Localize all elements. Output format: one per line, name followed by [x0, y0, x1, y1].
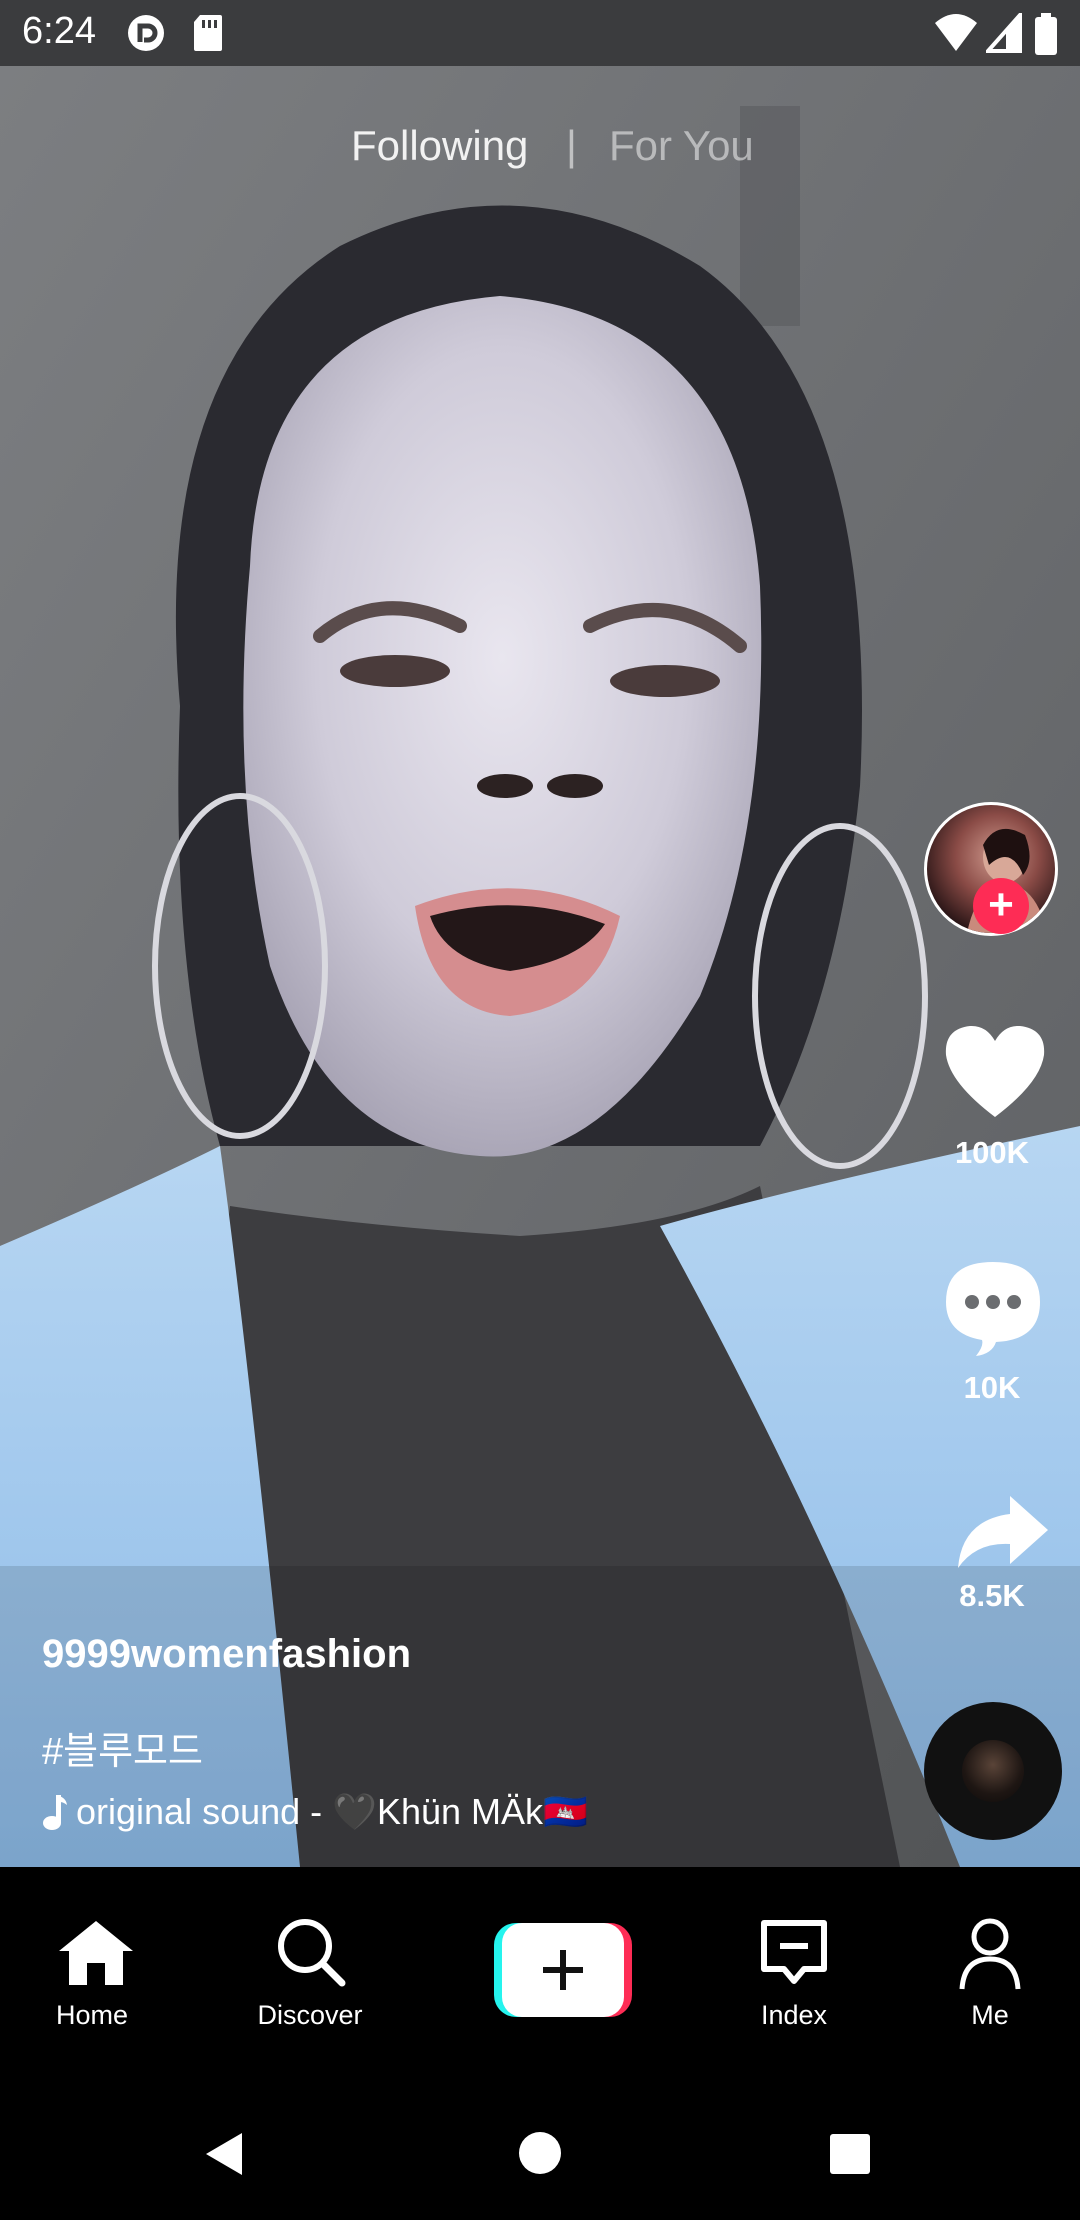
share-count: 8.5K [959, 1578, 1025, 1613]
search-icon [278, 1919, 346, 1987]
comment-count: 10K [963, 1370, 1021, 1405]
pocket-casts-icon [128, 15, 164, 51]
app-screen: 6:24 Following | For You + 100K 10K 8.5K… [0, 0, 1080, 2220]
cell-signal-icon [986, 13, 1022, 53]
sd-card-icon [194, 15, 222, 51]
back-icon[interactable] [204, 2131, 244, 2177]
nav-discover[interactable]: Discover [220, 1867, 400, 2047]
sound-disc[interactable] [924, 1702, 1062, 1840]
system-nav-bar [0, 2047, 1080, 2220]
sound-row[interactable]: original sound - 🖤Khün MÄk🇰🇭 [42, 1791, 588, 1833]
nav-index-label: Index [760, 2000, 828, 2030]
nav-index[interactable]: Index [704, 1867, 884, 2047]
wifi-icon [935, 14, 977, 51]
video-player[interactable] [0, 66, 1080, 1867]
heart-icon[interactable] [942, 1023, 1048, 1119]
tab-divider: | [566, 122, 577, 169]
nav-home-label: Home [55, 2000, 129, 2030]
battery-icon [1035, 13, 1057, 55]
home-icon [59, 1921, 133, 1985]
nav-me-label: Me [971, 2000, 1009, 2030]
nav-home[interactable]: Home [2, 1867, 182, 2047]
music-note-icon [43, 1795, 67, 1830]
sound-disc-cover [962, 1740, 1024, 1802]
recents-icon[interactable] [829, 2133, 871, 2175]
plus-icon [543, 1950, 583, 1990]
create-video-button[interactable] [494, 1923, 632, 2017]
like-count: 100K [954, 1135, 1030, 1170]
tab-for-you[interactable]: For You [609, 122, 754, 170]
creator-username[interactable]: 9999womenfashion [42, 1632, 411, 1677]
status-bar: 6:24 [0, 0, 1080, 66]
inbox-icon [761, 1920, 827, 1984]
follow-plus-button[interactable]: + [973, 878, 1029, 934]
share-icon[interactable] [954, 1494, 1050, 1570]
home-circle-icon[interactable] [518, 2131, 562, 2175]
comment-icon[interactable] [942, 1258, 1044, 1358]
tab-following[interactable]: Following [351, 122, 528, 170]
status-time: 6:24 [22, 10, 96, 52]
nav-me[interactable]: Me [900, 1867, 1080, 2047]
nav-discover-label: Discover [257, 2000, 363, 2030]
video-frame [0, 66, 1080, 1867]
sound-name: original sound - 🖤Khün MÄk🇰🇭 [76, 1791, 588, 1832]
profile-icon [959, 1918, 1021, 1990]
caption-hashtag[interactable]: #블루모드 [42, 1720, 203, 1775]
